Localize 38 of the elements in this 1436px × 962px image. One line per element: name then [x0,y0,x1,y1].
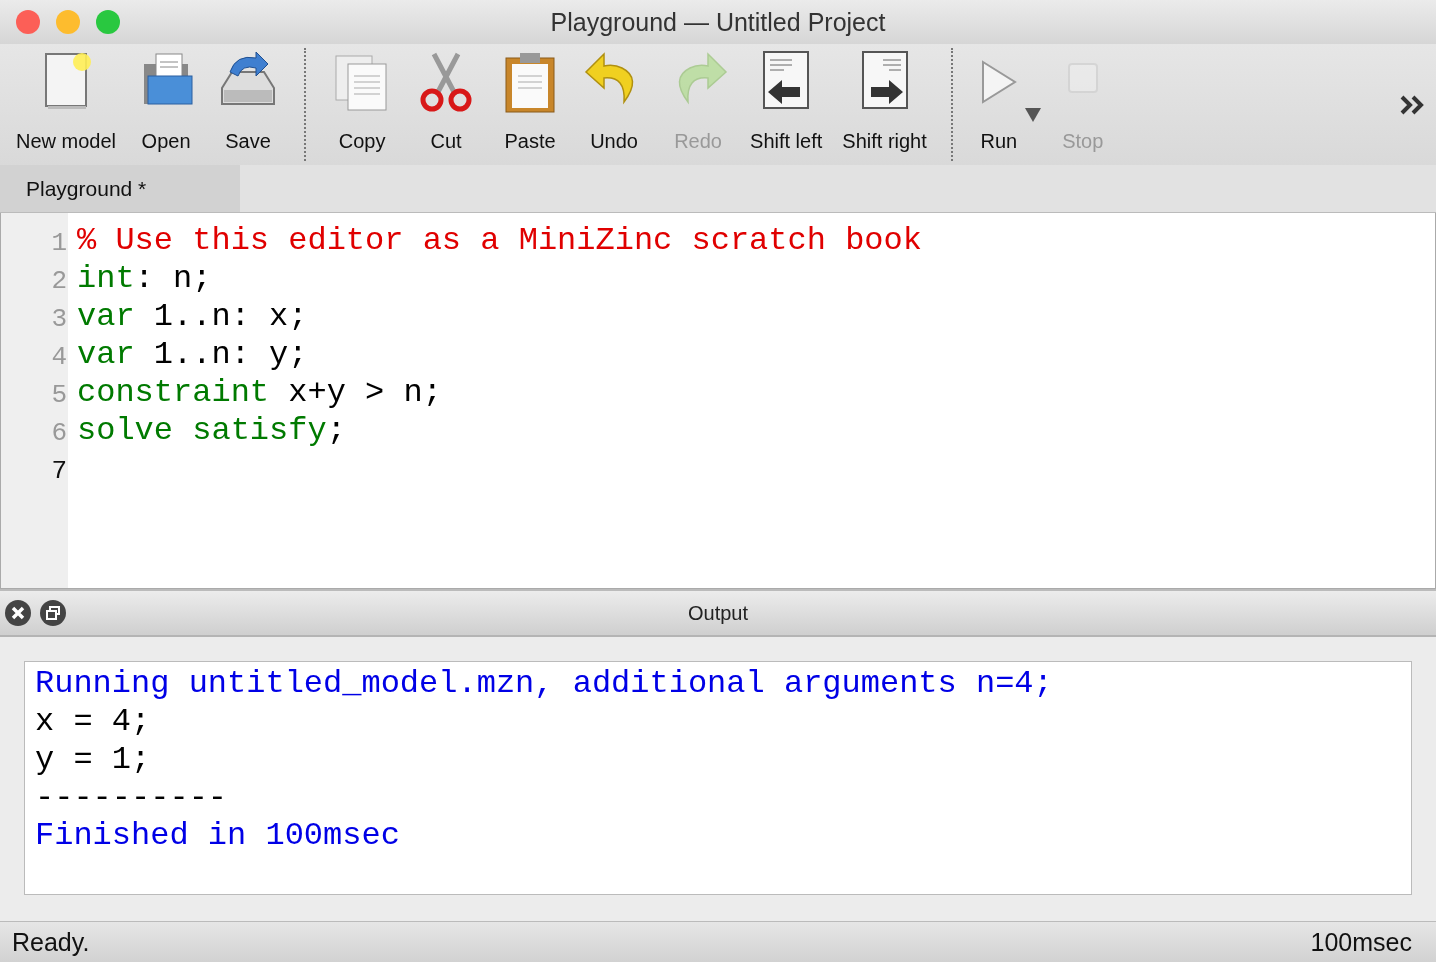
line-number: 2 [50,265,68,298]
line-number: 1 [50,227,68,260]
line-number: 3 [50,303,68,336]
line-number: 7 [50,455,68,488]
toolbar-button[interactable]: Run [966,44,1031,165]
toolbar-button[interactable]: Open [126,44,207,165]
window-title: Playground — Untitled Project [550,7,886,37]
code-line: solve satisfy; [77,412,347,450]
toolbar-button[interactable]: Paste [488,44,573,165]
code-line: int: n; [77,260,213,298]
output-panel-title: Output [686,601,749,625]
output-line: ---------- [35,779,229,817]
status-message: Ready. [12,927,90,957]
restore-window-icon[interactable] [40,600,66,626]
toolbar-button[interactable]: Copy [320,44,405,165]
editor-tab[interactable]: Playground * [0,165,240,212]
caret-icon[interactable] [1024,107,1041,122]
code-editor[interactable]: 1 2 3 4 5 6 7 % Use this editor as a MiniZinc scratch book int: n; var 1..n: x; var 1..n: y; constraint x+y > n; solve satisfy; [0,213,1436,589]
toolbar-button[interactable]: Undo [572,44,657,165]
code-line: % Use this editor as a MiniZinc scratch book [77,222,922,260]
output-line: y = 1; [35,741,152,779]
code-line: constraint x+y > n; [77,374,443,412]
toolbar-button[interactable]: Shift right [832,44,937,165]
toolbar-button[interactable]: New model [6,44,127,165]
output-line: Running untitled_model.mzn, additional arguments n=4; [35,665,1054,703]
toolbar-button[interactable]: Shift left [740,44,833,165]
line-number: 4 [50,341,68,374]
code-line: var 1..n: x; [77,298,309,336]
output-line: x = 4; [35,703,152,741]
toolbar-button[interactable]: Save [206,44,291,165]
close-icon[interactable] [5,600,31,626]
output-line: Finished in 100msec [35,817,401,855]
double-chevron-icon[interactable] [1400,94,1426,115]
toolbar-button[interactable]: Cut [404,44,489,165]
code-line: var 1..n: y; [77,336,309,374]
elapsed-time: 100msec [1310,927,1412,957]
line-number: 6 [50,417,68,450]
line-number: 5 [50,379,68,412]
